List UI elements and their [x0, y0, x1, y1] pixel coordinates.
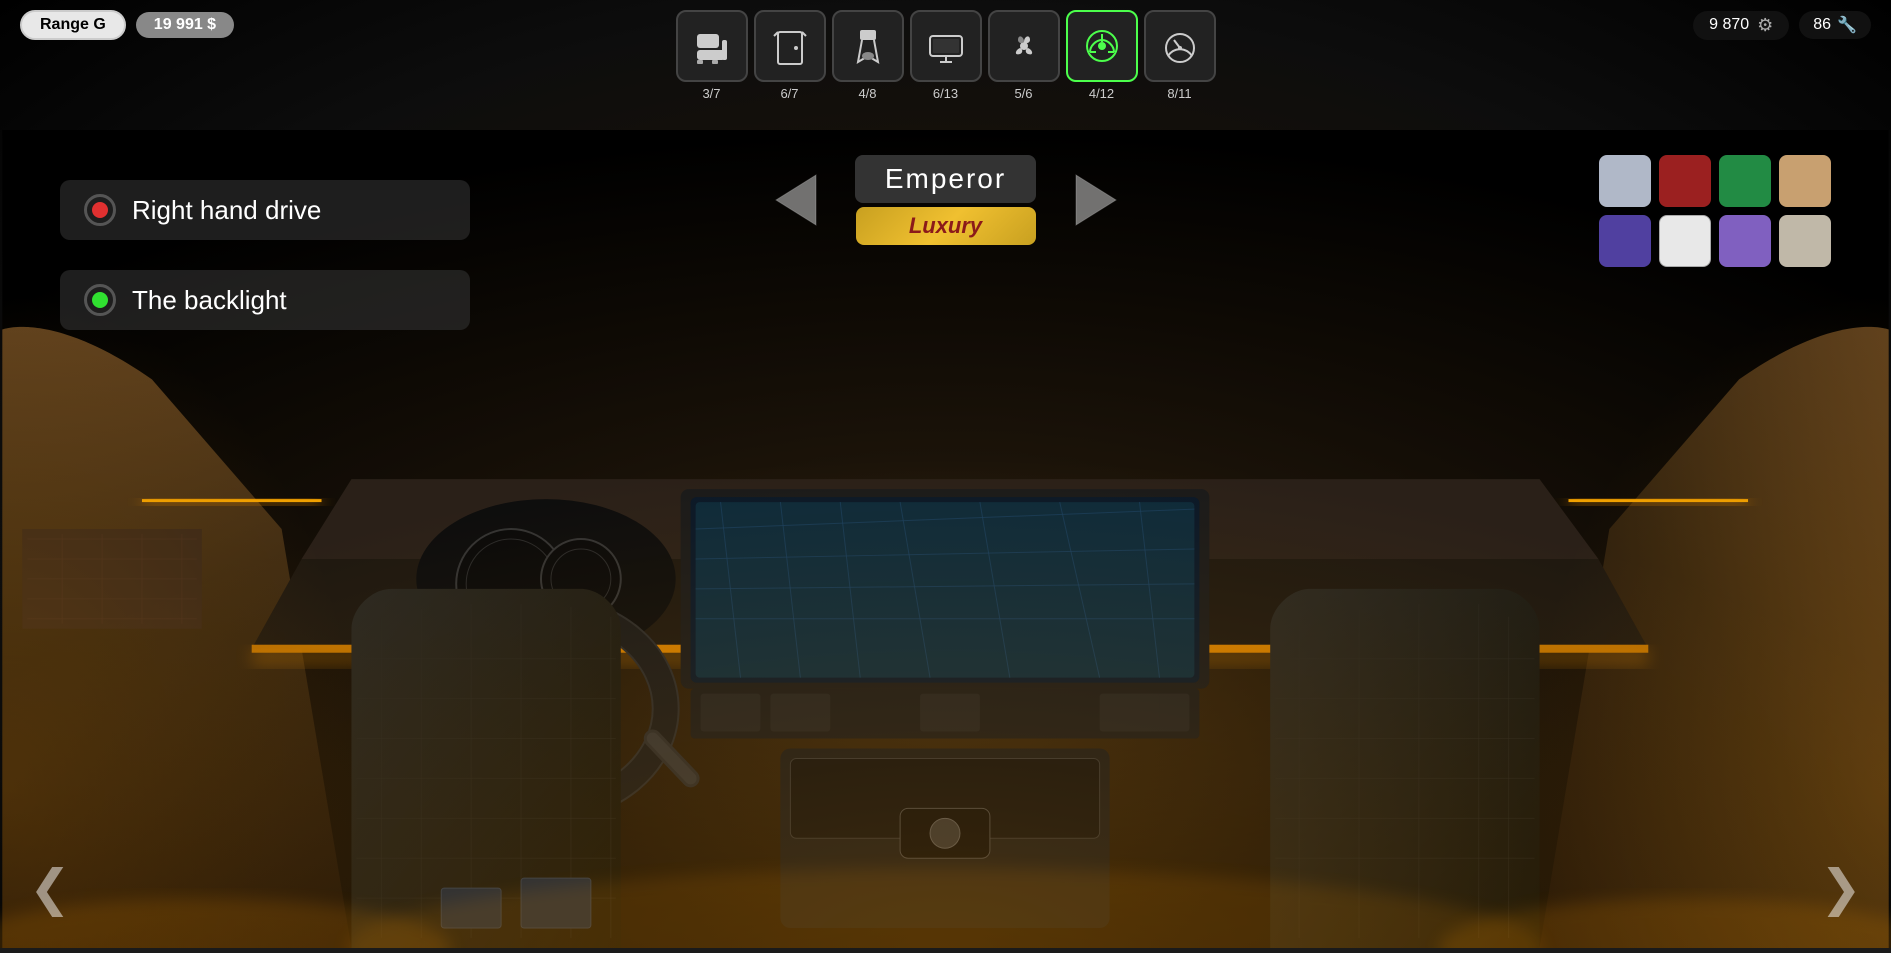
toggle-inner-green — [92, 292, 108, 308]
steering-icon-box[interactable] — [1066, 10, 1138, 82]
cat-fan[interactable]: 5/6 — [988, 10, 1060, 101]
gear-icon[interactable]: ⚙ — [1757, 15, 1773, 36]
prev-nav-icon: ❮ — [29, 859, 71, 917]
next-nav-icon: ❯ — [1820, 859, 1862, 917]
model-name: Emperor — [855, 155, 1036, 203]
seatbelt-icon-box[interactable] — [832, 10, 904, 82]
model-tier: Luxury — [856, 207, 1036, 245]
toggle-inner-red — [92, 202, 108, 218]
color-white[interactable] — [1659, 215, 1711, 267]
color-tan[interactable] — [1779, 155, 1831, 207]
color-beige[interactable] — [1779, 215, 1831, 267]
screen-icon-box[interactable] — [910, 10, 982, 82]
level-icon: 🔧 — [1837, 15, 1857, 35]
color-violet[interactable] — [1719, 215, 1771, 267]
right-hand-drive-toggle[interactable] — [84, 194, 116, 226]
fan-label: 5/6 — [1014, 86, 1032, 101]
center-model: Emperor Luxury — [766, 155, 1126, 245]
backlight-label: The backlight — [132, 285, 287, 316]
fan-icon-box[interactable] — [988, 10, 1060, 82]
level-value: 86 — [1813, 16, 1831, 34]
doors-icon-box[interactable] — [754, 10, 826, 82]
seats-icon-box[interactable] — [676, 10, 748, 82]
prev-model-arrow[interactable] — [766, 170, 826, 230]
top-right-info: 9 870 ⚙ 86 🔧 — [1693, 11, 1871, 40]
left-panel: Right hand drive The backlight — [60, 180, 470, 330]
car-info: Range G 19 991 $ — [20, 10, 234, 40]
right-hand-drive-option[interactable]: Right hand drive — [60, 180, 470, 240]
cat-gauge[interactable]: 8/11 — [1144, 10, 1216, 101]
car-price-badge: 19 991 $ — [136, 12, 234, 38]
cat-steering[interactable]: 4/12 — [1066, 10, 1138, 101]
model-info: Emperor Luxury — [846, 155, 1046, 245]
color-silver[interactable] — [1599, 155, 1651, 207]
currency-badge: 9 870 ⚙ — [1693, 11, 1789, 40]
doors-label: 6/7 — [780, 86, 798, 101]
seatbelt-label: 4/8 — [858, 86, 876, 101]
screen-label: 6/13 — [933, 86, 958, 101]
gauge-icon-box[interactable] — [1144, 10, 1216, 82]
car-name-badge[interactable]: Range G — [20, 10, 126, 40]
cat-screen[interactable]: 6/13 — [910, 10, 982, 101]
color-green[interactable] — [1719, 155, 1771, 207]
seats-label: 3/7 — [702, 86, 720, 101]
cat-seats[interactable]: 3/7 — [676, 10, 748, 101]
backlight-toggle[interactable] — [84, 284, 116, 316]
color-swatches — [1599, 155, 1831, 267]
currency-value: 9 870 — [1709, 16, 1749, 34]
next-model-arrow[interactable] — [1066, 170, 1126, 230]
color-red[interactable] — [1659, 155, 1711, 207]
next-nav-button[interactable]: ❯ — [1811, 858, 1871, 918]
category-row: 3/7 6/7 4/8 — [676, 10, 1216, 101]
backlight-option[interactable]: The backlight — [60, 270, 470, 330]
cat-doors[interactable]: 6/7 — [754, 10, 826, 101]
prev-nav-button[interactable]: ❮ — [20, 858, 80, 918]
cat-seatbelt[interactable]: 4/8 — [832, 10, 904, 101]
gauge-label: 8/11 — [1167, 86, 1191, 101]
level-badge: 86 🔧 — [1799, 11, 1871, 39]
right-hand-drive-label: Right hand drive — [132, 195, 321, 226]
color-purple[interactable] — [1599, 215, 1651, 267]
steering-label: 4/12 — [1089, 86, 1114, 101]
